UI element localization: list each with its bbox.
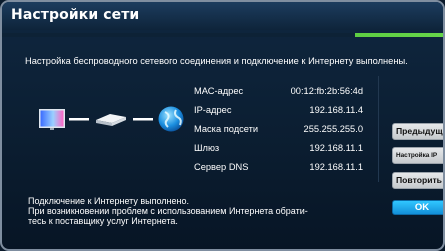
title-bar: Настройки сети <box>2 2 443 30</box>
router-icon <box>96 114 126 126</box>
network-info-table: МАС-адрес 00:12:fb:2b:56:4d IP-адрес 192… <box>194 86 386 181</box>
globe-icon <box>158 106 184 132</box>
info-row-dns: Сервер DNS 192.168.11.1 <box>194 162 386 181</box>
subnet-label: Маска подсети <box>194 124 259 134</box>
previous-button[interactable]: Предыдущ. <box>392 123 443 140</box>
retry-button[interactable]: Повторить <box>392 172 443 189</box>
setup-complete-message: Настройка беспроводного сетевого соедине… <box>25 56 408 66</box>
dns-label: Сервер DNS <box>194 162 249 172</box>
info-row-subnet: Маска подсети 255.255.255.0 <box>194 124 386 143</box>
gateway-label: Шлюз <box>194 143 220 153</box>
ip-settings-button[interactable]: Настройка IP <box>392 147 443 164</box>
info-row-mac: МАС-адрес 00:12:fb:2b:56:4d <box>194 86 386 105</box>
status-line-3: тесь к поставщику услуг Интернета. <box>28 216 178 226</box>
connection-line-1 <box>69 118 89 121</box>
dialog-title: Настройки сети <box>11 7 140 23</box>
connection-line-2 <box>133 118 153 121</box>
ok-button[interactable]: OK <box>392 200 443 215</box>
button-divider <box>378 76 379 182</box>
connection-diagram <box>39 106 184 132</box>
ip-label: IP-адрес <box>194 105 232 115</box>
status-line-1: Подключение к Интернету выполнено. <box>28 196 190 206</box>
progress-bar <box>2 33 443 37</box>
gateway-value: 192.168.11.1 <box>309 143 363 153</box>
info-row-ip: IP-адрес 192.168.11.4 <box>194 105 386 124</box>
info-row-gateway: Шлюз 192.168.11.1 <box>194 143 386 162</box>
dns-value: 192.168.11.1 <box>309 162 363 172</box>
ip-value: 192.168.11.4 <box>309 105 363 115</box>
progress-fill <box>2 33 443 37</box>
connection-status-text: Подключение к Интернету выполнено. При в… <box>28 196 308 226</box>
mac-label: МАС-адрес <box>194 86 244 96</box>
mac-value: 00:12:fb:2b:56:4d <box>290 86 363 96</box>
status-line-2: При возникновении проблем с использовани… <box>28 206 308 216</box>
network-settings-dialog: Настройки сети Настройка беспроводного с… <box>0 0 445 251</box>
subnet-value: 255.255.255.0 <box>303 124 363 134</box>
tv-icon <box>39 109 65 130</box>
